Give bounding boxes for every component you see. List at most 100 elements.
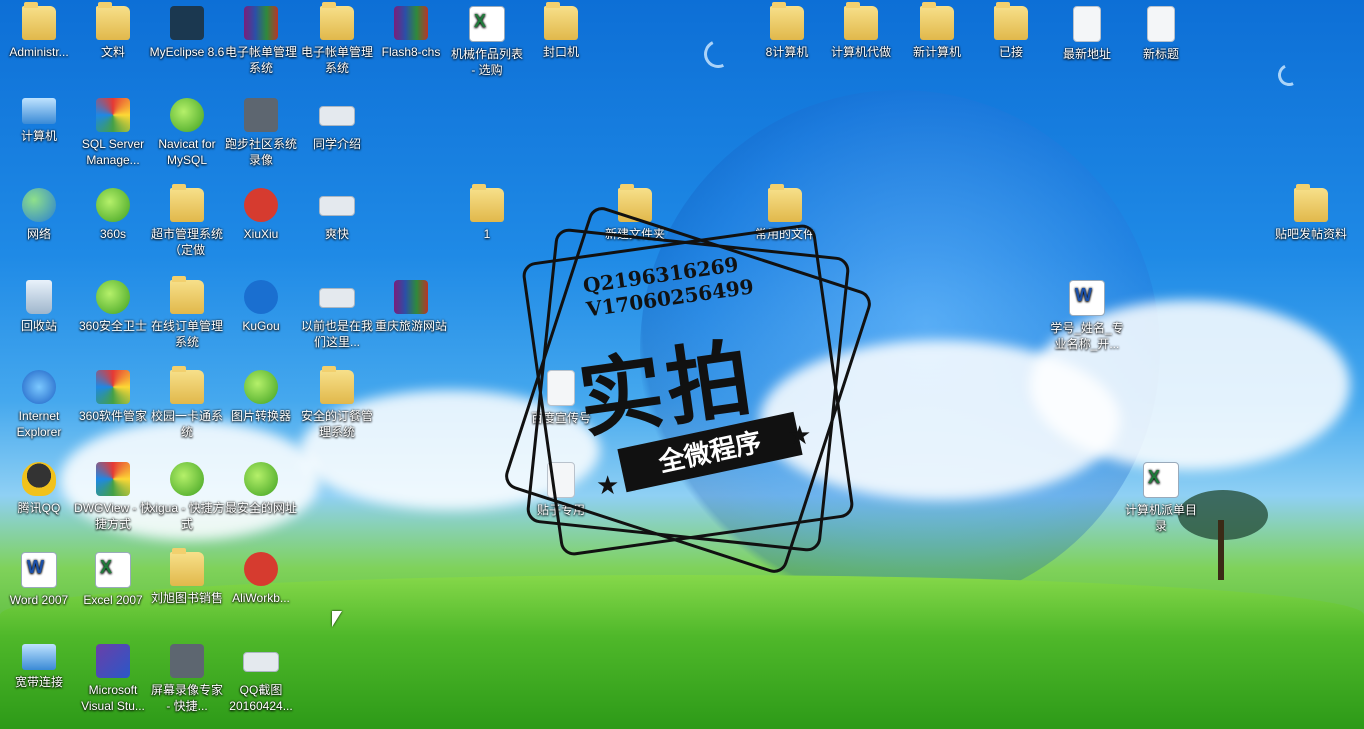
folder-icon bbox=[320, 2, 354, 40]
desktop-icon[interactable]: 安全的订餐管理系统 bbox=[298, 366, 376, 440]
desktop-icon[interactable]: 宽带连接 bbox=[0, 642, 78, 690]
desktop-icon[interactable]: 电子帐单管理系统 bbox=[222, 4, 300, 76]
desktop-icon-label: 360s bbox=[99, 227, 127, 241]
folder-icon bbox=[844, 2, 878, 40]
card-icon bbox=[319, 288, 355, 308]
desktop-icon[interactable]: XiuXiu bbox=[222, 186, 300, 242]
desktop-icon-label: 超市管理系统（定做 bbox=[150, 227, 223, 257]
desktop-icon[interactable]: 文料 bbox=[74, 2, 152, 60]
desktop-icon[interactable]: 已接 bbox=[972, 2, 1050, 60]
desktop-icon[interactable]: 图片转换器 bbox=[222, 368, 300, 424]
desktop-icon[interactable]: 1 bbox=[448, 184, 526, 242]
green-icon bbox=[244, 462, 278, 496]
desktop-icon[interactable]: Internet Explorer bbox=[0, 368, 78, 440]
desktop-icon-label: Word 2007 bbox=[9, 593, 69, 607]
desktop-icon-label: 360安全卫士 bbox=[78, 319, 148, 333]
rar-icon bbox=[394, 280, 428, 314]
desktop-icon-label: 跑步社区系统录像 bbox=[224, 137, 297, 167]
desktop-icon-label: 宽带连接 bbox=[14, 675, 63, 689]
desktop-icon[interactable]: 计算机 bbox=[0, 96, 78, 144]
desktop-icon-label: 刘旭图书销售 bbox=[150, 591, 223, 605]
desktop-icon-label: AliWorkb... bbox=[232, 591, 290, 605]
desktop-icon[interactable]: 以前也是在我们这里... bbox=[298, 278, 376, 350]
desktop-icon[interactable]: MyEclipse 8.6 bbox=[148, 4, 226, 60]
desktop-icon[interactable]: 学号_姓名_专业名称_开... bbox=[1048, 278, 1126, 352]
desktop-icon-label: QQ截图20160424... bbox=[229, 683, 293, 713]
star-icon: ★ bbox=[596, 470, 620, 500]
green-icon bbox=[170, 462, 204, 496]
desktop-icon[interactable]: 爽快 bbox=[298, 186, 376, 242]
desktop-icon[interactable]: 封口机 bbox=[522, 2, 600, 60]
desktop-icon[interactable]: Excel 2007 bbox=[74, 550, 152, 608]
desktop-icon[interactable]: xigua - 快捷方式 bbox=[148, 460, 226, 532]
star-icon: ★ bbox=[788, 420, 812, 450]
desktop-icon[interactable]: 刘旭图书销售 bbox=[148, 548, 226, 606]
folder-icon bbox=[320, 366, 354, 404]
desktop-icon[interactable]: Microsoft Visual Stu... bbox=[74, 642, 152, 714]
desktop-icon[interactable]: Administr... bbox=[0, 2, 78, 60]
desktop-icon[interactable]: 新计算机 bbox=[898, 2, 976, 60]
desktop-icon[interactable]: Navicat for MySQL bbox=[148, 96, 226, 168]
folder-icon bbox=[768, 184, 802, 222]
folder-icon bbox=[22, 2, 56, 40]
desktop-icon[interactable]: 跑步社区系统录像 bbox=[222, 96, 300, 168]
wallpaper-tree-trunk bbox=[1218, 520, 1224, 580]
desktop-icon-label: 安全的订餐管理系统 bbox=[300, 409, 373, 439]
desktop-icon[interactable]: 回收站 bbox=[0, 278, 78, 334]
desktop-icon[interactable]: 8计算机 bbox=[748, 2, 826, 60]
wallpaper-moon bbox=[1274, 60, 1304, 90]
desktop-icon[interactable]: 计算机派单目录 bbox=[1122, 460, 1200, 534]
desktop-icon[interactable]: 新标题 bbox=[1122, 4, 1200, 62]
desktop-icon[interactable]: 最新地址 bbox=[1048, 4, 1126, 62]
desktop-icon[interactable]: 在线订单管理系统 bbox=[148, 276, 226, 350]
desktop-icon[interactable]: 超市管理系统（定做 bbox=[148, 184, 226, 258]
desktop-icon-label: 腾讯QQ bbox=[17, 501, 61, 515]
blue-icon bbox=[244, 280, 278, 314]
desktop-icon[interactable]: 腾讯QQ bbox=[0, 460, 78, 516]
desktop-icon[interactable]: DWGView - 快捷方式 bbox=[74, 460, 152, 532]
desktop-icon-label: 贴吧发帖资料 bbox=[1274, 227, 1347, 241]
desktop-icon[interactable]: 360软件管家 bbox=[74, 368, 152, 424]
colorful-icon bbox=[96, 98, 130, 132]
globe-icon bbox=[22, 188, 56, 222]
desktop-icon[interactable]: 贴吧发帖资料 bbox=[1272, 184, 1350, 242]
desktop-icon[interactable]: Flash8-chs bbox=[372, 4, 450, 60]
desktop-icon-label: 爽快 bbox=[324, 227, 349, 241]
desktop-icon[interactable]: 360s bbox=[74, 186, 152, 242]
desktop-icon[interactable]: 计算机代做 bbox=[822, 2, 900, 60]
desktop-icon[interactable]: 同学介绍 bbox=[298, 96, 376, 152]
desktop-icon[interactable]: 网络 bbox=[0, 186, 78, 242]
rar-icon bbox=[394, 6, 428, 40]
desktop-icon-label: 最新地址 bbox=[1062, 47, 1111, 61]
pc-icon bbox=[22, 644, 56, 670]
desktop-icon-label: 计算机 bbox=[20, 129, 57, 143]
desktop-icon[interactable]: 机械作品列表 - 选购 bbox=[448, 4, 526, 78]
desktop-icon[interactable]: SQL Server Manage... bbox=[74, 96, 152, 168]
desktop-icon-label: 同学介绍 bbox=[312, 137, 361, 151]
desktop-icon[interactable]: KuGou bbox=[222, 278, 300, 334]
desktop-icon[interactable]: 校园一卡通系统 bbox=[148, 366, 226, 440]
folder-icon bbox=[994, 2, 1028, 40]
cam-icon bbox=[170, 644, 204, 678]
desktop-icon-label: Navicat for MySQL bbox=[158, 137, 216, 167]
folder-icon bbox=[170, 184, 204, 222]
desktop-icon[interactable]: 360安全卫士 bbox=[74, 278, 152, 334]
desktop-icon-label: 在线订单管理系统 bbox=[150, 319, 223, 349]
desktop-icon[interactable]: 最安全的网址 bbox=[222, 460, 300, 516]
desktop-icon-label: 360软件管家 bbox=[78, 409, 148, 423]
desktop-icon-label: 电子帐单管理系统 bbox=[300, 45, 373, 75]
desktop-icon-label: 电子帐单管理系统 bbox=[224, 45, 297, 75]
desktop-icon-label: 回收站 bbox=[20, 319, 57, 333]
desktop-icon[interactable]: AliWorkb... bbox=[222, 550, 300, 606]
pc-icon bbox=[22, 98, 56, 124]
desktop-icon-label: Excel 2007 bbox=[83, 593, 143, 607]
desktop-icon[interactable]: 屏幕录像专家 - 快捷... bbox=[148, 642, 226, 714]
desktop-icon[interactable]: 重庆旅游网站 bbox=[372, 278, 450, 334]
desktop-icon[interactable]: Word 2007 bbox=[0, 550, 78, 608]
desktop-icon[interactable]: 电子帐单管理系统 bbox=[298, 2, 376, 76]
red-icon bbox=[244, 188, 278, 222]
desktop-icon-label: Administr... bbox=[9, 45, 69, 59]
desktop-icon[interactable]: QQ截图20160424... bbox=[222, 642, 300, 714]
desktop-icon-label: 已接 bbox=[998, 45, 1023, 59]
desktop-icon-label: DWGView - 快捷方式 bbox=[74, 501, 152, 531]
